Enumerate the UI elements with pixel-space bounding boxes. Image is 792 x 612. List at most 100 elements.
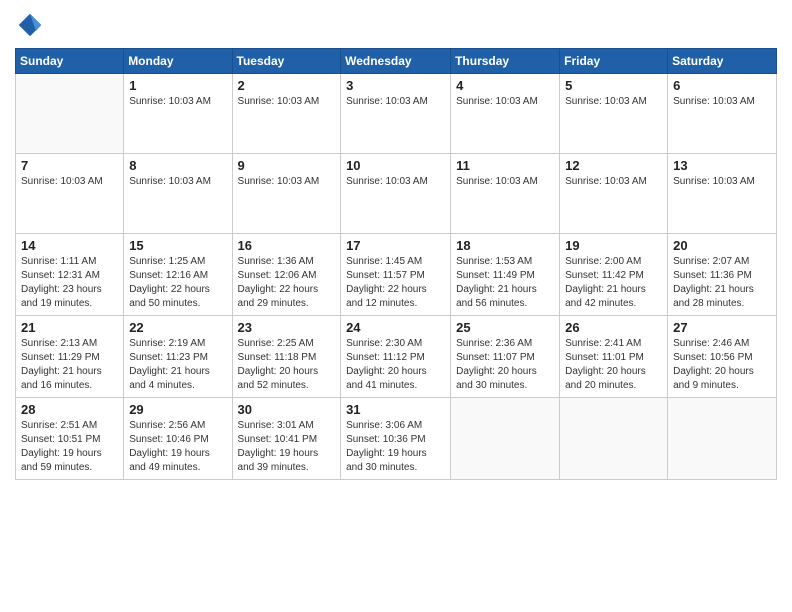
day-number: 4 — [456, 78, 554, 93]
calendar-cell: 28 Sunrise: 2:51 AM Sunset: 10:51 PM Dayl… — [16, 398, 124, 480]
day-info: Sunrise: 10:03 AM — [346, 95, 445, 109]
day-number: 22 — [129, 320, 226, 335]
day-info: Sunrise: 1:36 AM Sunset: 12:06 AM Daylig… — [238, 255, 336, 311]
calendar-cell: 11Sunrise: 10:03 AM — [451, 154, 560, 234]
day-info: Sunrise: 10:03 AM — [129, 175, 226, 189]
day-info: Sunrise: 10:03 AM — [21, 175, 118, 189]
day-number: 29 — [129, 402, 226, 417]
day-info: Sunrise: 2:46 AM Sunset: 10:56 PM Daylig… — [673, 337, 771, 393]
calendar-cell: 17Sunrise: 1:45 AM Sunset: 11:57 PM Dayl… — [341, 234, 451, 316]
weekday-header: Wednesday — [341, 49, 451, 74]
day-number: 20 — [673, 238, 771, 253]
calendar-cell: 22 Sunrise: 2:19 AM Sunset: 11:23 PM Dayl… — [124, 316, 232, 398]
day-number: 1 — [129, 78, 226, 93]
day-number: 26 — [565, 320, 662, 335]
calendar-week-row: 21 Sunrise: 2:13 AM Sunset: 11:29 PM Dayl… — [16, 316, 777, 398]
day-number: 21 — [21, 320, 118, 335]
day-info: Sunrise: 2:13 AM Sunset: 11:29 PM Daylig… — [21, 337, 118, 393]
calendar-cell: 4 Sunrise: 10:03 AM — [451, 74, 560, 154]
day-number: 23 — [238, 320, 336, 335]
day-info: Sunrise: 2:36 AM Sunset: 11:07 PM Daylig… — [456, 337, 554, 393]
day-number: 28 — [21, 402, 118, 417]
day-info: Sunrise: 2:19 AM Sunset: 11:23 PM Daylig… — [129, 337, 226, 393]
day-number: 7 — [21, 158, 118, 173]
day-info: Sunrise: 10:03 AM — [456, 95, 554, 109]
calendar-cell: 29 Sunrise: 2:56 AM Sunset: 10:46 PM Dayl… — [124, 398, 232, 480]
calendar-cell: 15 Sunrise: 1:25 AM Sunset: 12:16 AM Dayl… — [124, 234, 232, 316]
logo — [15, 10, 49, 40]
day-number: 12 — [565, 158, 662, 173]
calendar-cell — [451, 398, 560, 480]
day-info: Sunrise: 10:03 AM — [238, 175, 336, 189]
weekday-header: Monday — [124, 49, 232, 74]
calendar-cell: 3Sunrise: 10:03 AM — [341, 74, 451, 154]
page-header — [15, 10, 777, 40]
calendar-cell — [668, 398, 777, 480]
calendar-cell: 26 Sunrise: 2:41 AM Sunset: 11:01 PM Dayl… — [560, 316, 668, 398]
calendar-cell: 7 Sunrise: 10:03 AM — [16, 154, 124, 234]
day-info: Sunrise: 2:56 AM Sunset: 10:46 PM Daylig… — [129, 419, 226, 475]
day-info: Sunrise: 10:03 AM — [565, 175, 662, 189]
day-info: Sunrise: 2:30 AM Sunset: 11:12 PM Daylig… — [346, 337, 445, 393]
weekday-header: Saturday — [668, 49, 777, 74]
calendar-cell: 9 Sunrise: 10:03 AM — [232, 154, 341, 234]
day-number: 17 — [346, 238, 445, 253]
day-info: Sunrise: 3:06 AM Sunset: 10:36 PM Daylig… — [346, 419, 445, 475]
day-info: Sunrise: 10:03 AM — [673, 175, 771, 189]
day-info: Sunrise: 10:03 AM — [565, 95, 662, 109]
day-info: Sunrise: 10:03 AM — [346, 175, 445, 189]
calendar-week-row: 14 Sunrise: 1:11 AM Sunset: 12:31 AM Dayl… — [16, 234, 777, 316]
calendar-cell: 5Sunrise: 10:03 AM — [560, 74, 668, 154]
calendar-cell — [560, 398, 668, 480]
calendar-cell: 16 Sunrise: 1:36 AM Sunset: 12:06 AM Dayl… — [232, 234, 341, 316]
day-number: 8 — [129, 158, 226, 173]
day-number: 14 — [21, 238, 118, 253]
day-number: 13 — [673, 158, 771, 173]
day-info: Sunrise: 2:41 AM Sunset: 11:01 PM Daylig… — [565, 337, 662, 393]
calendar-cell: 1 Sunrise: 10:03 AM — [124, 74, 232, 154]
calendar-cell: 12 Sunrise: 10:03 AM — [560, 154, 668, 234]
day-info: Sunrise: 10:03 AM — [673, 95, 771, 109]
weekday-header: Friday — [560, 49, 668, 74]
day-number: 15 — [129, 238, 226, 253]
calendar-cell: 2 Sunrise: 10:03 AM — [232, 74, 341, 154]
day-info: Sunrise: 3:01 AM Sunset: 10:41 PM Daylig… — [238, 419, 336, 475]
day-info: Sunrise: 1:11 AM Sunset: 12:31 AM Daylig… — [21, 255, 118, 311]
logo-icon — [15, 10, 45, 40]
calendar-cell — [16, 74, 124, 154]
day-number: 9 — [238, 158, 336, 173]
day-info: Sunrise: 10:03 AM — [129, 95, 226, 109]
weekday-header: Tuesday — [232, 49, 341, 74]
calendar-cell: 23Sunrise: 2:25 AM Sunset: 11:18 PM Dayl… — [232, 316, 341, 398]
day-number: 27 — [673, 320, 771, 335]
calendar-cell: 21 Sunrise: 2:13 AM Sunset: 11:29 PM Dayl… — [16, 316, 124, 398]
calendar-cell: 31Sunrise: 3:06 AM Sunset: 10:36 PM Dayl… — [341, 398, 451, 480]
day-number: 30 — [238, 402, 336, 417]
weekday-header: Sunday — [16, 49, 124, 74]
calendar-cell: 19 Sunrise: 2:00 AM Sunset: 11:42 PM Dayl… — [560, 234, 668, 316]
day-number: 16 — [238, 238, 336, 253]
calendar-week-row: 28 Sunrise: 2:51 AM Sunset: 10:51 PM Dayl… — [16, 398, 777, 480]
calendar-cell: 10 Sunrise: 10:03 AM — [341, 154, 451, 234]
calendar-cell: 8 Sunrise: 10:03 AM — [124, 154, 232, 234]
day-info: Sunrise: 2:00 AM Sunset: 11:42 PM Daylig… — [565, 255, 662, 311]
day-info: Sunrise: 10:03 AM — [238, 95, 336, 109]
calendar-cell: 6Sunrise: 10:03 AM — [668, 74, 777, 154]
day-info: Sunrise: 1:25 AM Sunset: 12:16 AM Daylig… — [129, 255, 226, 311]
day-number: 11 — [456, 158, 554, 173]
calendar-header-row: SundayMondayTuesdayWednesdayThursdayFrid… — [16, 49, 777, 74]
day-number: 25 — [456, 320, 554, 335]
day-number: 10 — [346, 158, 445, 173]
calendar-cell: 30 Sunrise: 3:01 AM Sunset: 10:41 PM Dayl… — [232, 398, 341, 480]
day-info: Sunrise: 2:51 AM Sunset: 10:51 PM Daylig… — [21, 419, 118, 475]
day-info: Sunrise: 1:53 AM Sunset: 11:49 PM Daylig… — [456, 255, 554, 311]
calendar-cell: 27 Sunrise: 2:46 AM Sunset: 10:56 PM Dayl… — [668, 316, 777, 398]
day-number: 18 — [456, 238, 554, 253]
calendar-week-row: 1Sunrise: 10:03 AM2Sunrise: 10:03 AM3Sun… — [16, 74, 777, 154]
calendar-cell: 14 Sunrise: 1:11 AM Sunset: 12:31 AM Dayl… — [16, 234, 124, 316]
calendar-cell: 13 Sunrise: 10:03 AM — [668, 154, 777, 234]
day-number: 2 — [238, 78, 336, 93]
day-number: 19 — [565, 238, 662, 253]
calendar-cell: 20Sunrise: 2:07 AM Sunset: 11:36 PM Dayl… — [668, 234, 777, 316]
calendar-cell: 25 Sunrise: 2:36 AM Sunset: 11:07 PM Dayl… — [451, 316, 560, 398]
